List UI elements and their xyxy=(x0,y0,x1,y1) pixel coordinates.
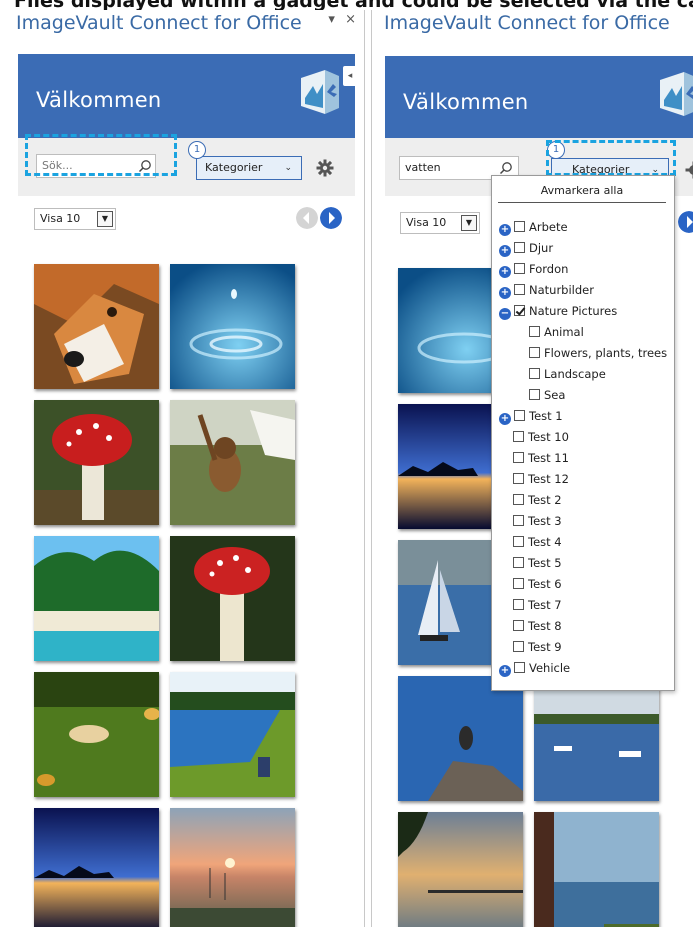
category-checkbox[interactable] xyxy=(514,263,525,274)
categories-menu: Avmarkera alla + Arbete + Djur + Fordon + Na… xyxy=(491,175,675,691)
thumbnail-red-mushroom-2[interactable] xyxy=(170,536,295,661)
pane-title: ImageVault Connect for Office xyxy=(16,12,302,34)
category-item[interactable]: Animal xyxy=(529,322,584,343)
thumbnail-red-mushroom[interactable] xyxy=(34,400,159,525)
thumbnail-pier-sunset[interactable] xyxy=(398,812,523,927)
category-checkbox[interactable] xyxy=(529,326,540,337)
category-checkbox[interactable] xyxy=(513,578,524,589)
category-item[interactable]: + Test 1 xyxy=(499,406,563,427)
search-highlight-box xyxy=(25,134,177,176)
categories-label: Kategorier xyxy=(205,161,263,174)
category-item[interactable]: + Naturbilder xyxy=(499,280,594,301)
thumbnail-night-lake[interactable] xyxy=(34,808,159,927)
pane-title: ImageVault Connect for Office xyxy=(384,12,670,34)
category-item[interactable]: Sea xyxy=(529,385,565,406)
category-item[interactable]: + Arbete xyxy=(499,217,568,238)
category-checkbox[interactable] xyxy=(514,662,525,673)
category-checkbox[interactable] xyxy=(513,620,524,631)
welcome-heading: Välkommen xyxy=(403,90,529,114)
chevron-down-icon: ▼ xyxy=(97,211,113,227)
expand-icon[interactable]: + xyxy=(499,266,511,278)
category-checkbox[interactable] xyxy=(514,284,525,295)
imagevault-logo-icon xyxy=(301,70,339,114)
category-item[interactable]: + Djur xyxy=(499,238,553,259)
thumbnail-palm-beach[interactable] xyxy=(34,536,159,661)
category-checkbox[interactable] xyxy=(513,536,524,547)
pane-options-icon[interactable]: ▾ xyxy=(328,12,335,27)
category-item[interactable]: − Nature Pictures xyxy=(499,301,617,322)
step-badge: 1 xyxy=(188,141,206,159)
collapse-icon[interactable]: − xyxy=(499,308,511,320)
page-size-select[interactable]: Visa 10 ▼ xyxy=(34,208,116,230)
thumbnail-meadow-mushrooms[interactable] xyxy=(34,672,159,797)
category-checkbox[interactable] xyxy=(513,452,524,463)
page-size-select[interactable]: Visa 10 ▼ xyxy=(400,212,480,234)
category-checkbox[interactable] xyxy=(513,599,524,610)
chevron-down-icon: ⌄ xyxy=(284,163,292,173)
category-item[interactable]: Test 12 xyxy=(513,469,569,490)
thumbnail-water-drop[interactable] xyxy=(170,264,295,389)
category-checkbox[interactable] xyxy=(514,242,525,253)
unselect-all-button[interactable]: Avmarkera alla xyxy=(498,181,666,203)
category-item[interactable]: Test 6 xyxy=(513,574,562,595)
next-page-icon[interactable] xyxy=(320,207,342,229)
category-item[interactable]: Flowers, plants, trees xyxy=(529,343,667,364)
categories-dropdown[interactable]: Kategorier ⌄ xyxy=(196,156,302,180)
welcome-banner: Välkommen xyxy=(385,56,693,138)
previous-page-icon[interactable] xyxy=(296,207,318,229)
expand-icon[interactable]: + xyxy=(499,413,511,425)
window-controls: ▾ × xyxy=(322,12,356,27)
category-item[interactable]: Test 4 xyxy=(513,532,562,553)
thumbnail-fox[interactable] xyxy=(34,264,159,389)
chevron-down-icon: ▼ xyxy=(461,215,477,231)
category-checkbox[interactable] xyxy=(513,515,524,526)
thumbnail-sunset-boats[interactable] xyxy=(170,808,295,927)
imagevault-logo-icon xyxy=(660,72,693,116)
thumbnail-rock-bird[interactable] xyxy=(398,676,523,801)
expand-icon[interactable]: + xyxy=(499,224,511,236)
expand-icon[interactable]: + xyxy=(499,665,511,677)
category-item[interactable]: + Vehicle xyxy=(499,658,570,679)
category-checkbox-checked[interactable] xyxy=(514,305,525,316)
page-caption: Files displayed within a gadget and coul… xyxy=(14,0,693,10)
category-item[interactable]: Test 11 xyxy=(513,448,569,469)
close-icon[interactable]: × xyxy=(345,12,356,27)
categories-highlight-box xyxy=(546,140,676,176)
category-item[interactable]: Test 5 xyxy=(513,553,562,574)
thumbnail-harbor[interactable] xyxy=(534,676,659,801)
category-checkbox[interactable] xyxy=(513,641,524,652)
collapse-icon[interactable]: ◂ xyxy=(343,66,357,86)
category-item[interactable]: Test 8 xyxy=(513,616,562,637)
category-checkbox[interactable] xyxy=(529,389,540,400)
category-checkbox[interactable] xyxy=(513,431,524,442)
thumbnail-monkey[interactable] xyxy=(170,400,295,525)
left-task-pane: ImageVault Connect for Office ▾ × Välkom… xyxy=(10,10,365,927)
search-icon[interactable] xyxy=(499,161,513,175)
welcome-banner: Välkommen ◂ xyxy=(18,54,357,138)
category-checkbox[interactable] xyxy=(514,221,525,232)
category-item[interactable]: Landscape xyxy=(529,364,606,385)
page-size-label: Visa 10 xyxy=(40,212,81,225)
gear-icon[interactable] xyxy=(685,161,693,179)
page-size-label: Visa 10 xyxy=(406,216,447,229)
next-page-icon[interactable] xyxy=(678,211,693,233)
category-checkbox[interactable] xyxy=(513,494,524,505)
thumbnail-lake-fishing[interactable] xyxy=(170,672,295,797)
category-checkbox[interactable] xyxy=(529,347,540,358)
expand-icon[interactable]: + xyxy=(499,287,511,299)
category-item[interactable]: + Fordon xyxy=(499,259,568,280)
category-checkbox[interactable] xyxy=(529,368,540,379)
expand-icon[interactable]: + xyxy=(499,245,511,257)
category-item[interactable]: Test 2 xyxy=(513,490,562,511)
welcome-heading: Välkommen xyxy=(36,88,162,112)
category-checkbox[interactable] xyxy=(514,410,525,421)
category-item[interactable]: Test 9 xyxy=(513,637,562,658)
gear-icon[interactable] xyxy=(316,159,334,177)
category-item[interactable]: Test 10 xyxy=(513,427,569,448)
category-item[interactable]: Test 7 xyxy=(513,595,562,616)
category-checkbox[interactable] xyxy=(513,557,524,568)
category-item[interactable]: Test 3 xyxy=(513,511,562,532)
category-checkbox[interactable] xyxy=(513,473,524,484)
thumbnail-harbor-window[interactable] xyxy=(534,812,659,927)
